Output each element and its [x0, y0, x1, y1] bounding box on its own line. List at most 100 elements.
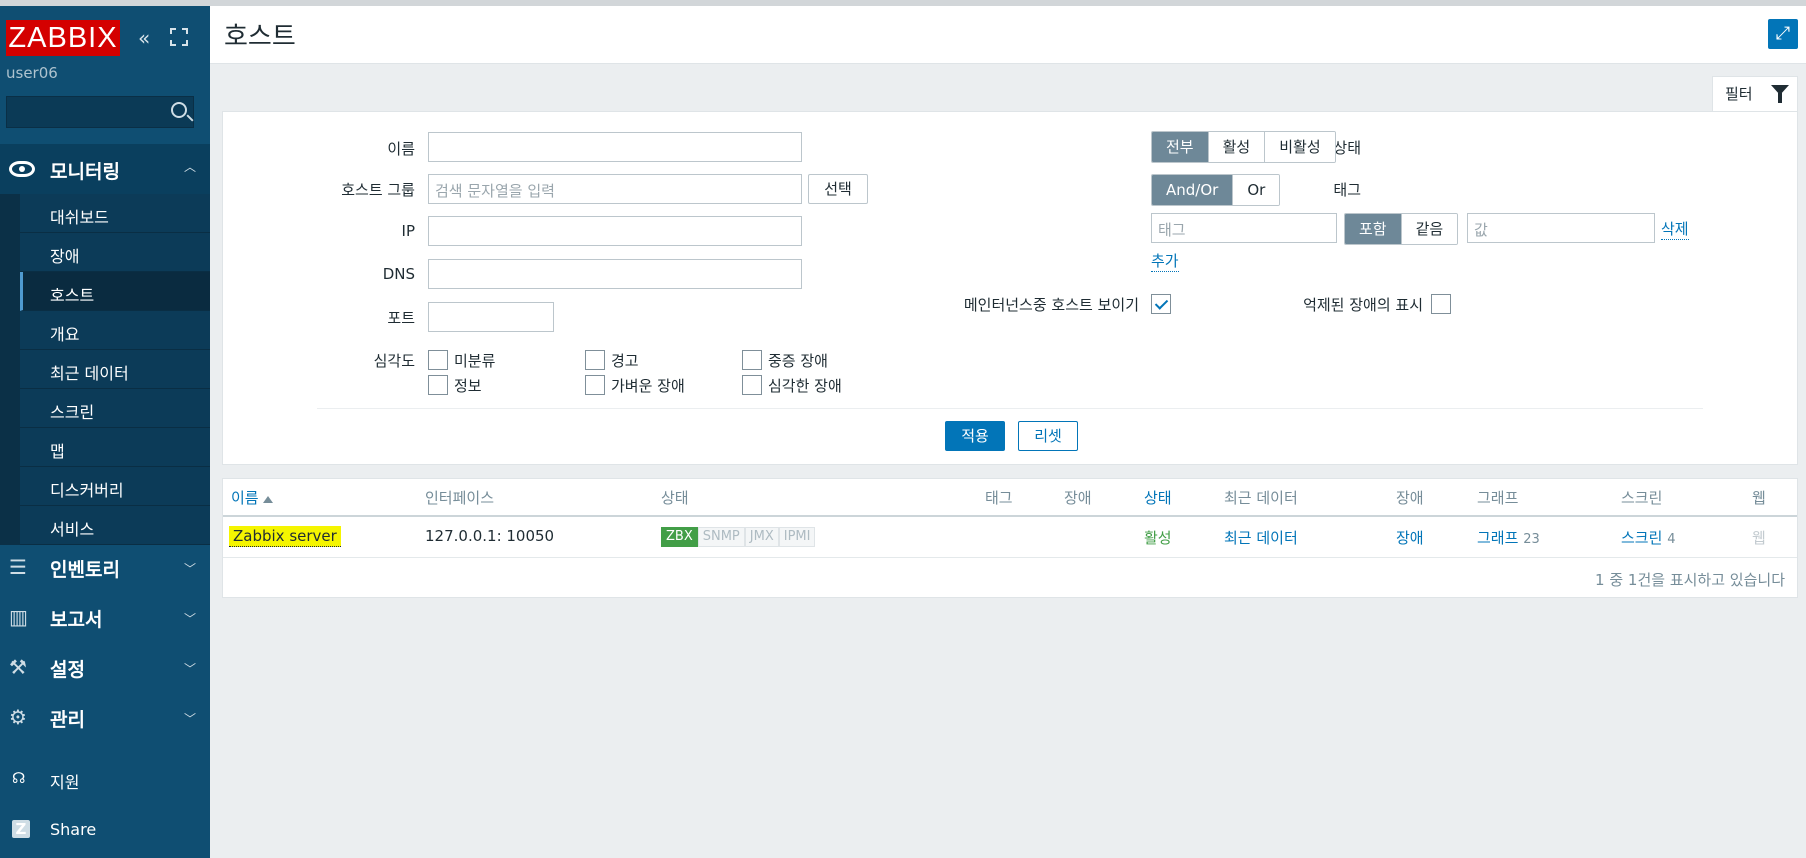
hosts-table: 이름 인터페이스 상태 태그 장애 상태 최근 데이터 장애 그래프 스크린 웹… [222, 478, 1798, 598]
sidebar-item-latest-data[interactable]: 최근 데이터 [20, 350, 210, 389]
menu-administration[interactable]: ⚙ 관리 ﹀ [0, 692, 210, 742]
sidebar-item-overview[interactable]: 개요 [20, 311, 210, 350]
collapse-sidebar-icon[interactable]: « [138, 26, 150, 50]
sidebar-item-screens[interactable]: 스크린 [20, 389, 210, 428]
sidebar-item-label: 맵 [50, 442, 65, 461]
problems-link[interactable]: 장애 [1396, 529, 1424, 547]
ip-label: IP [401, 222, 415, 240]
headset-icon: ☊ [12, 769, 26, 787]
menu-configuration-label: 설정 [50, 659, 85, 681]
column-header-label: 이름 [231, 489, 259, 507]
name-input[interactable] [428, 132, 802, 162]
status-option-all[interactable]: 전부 [1152, 132, 1209, 162]
tags-mode-control: And/Or Or [1151, 174, 1281, 206]
menu-inventory-label: 인벤토리 [50, 559, 120, 581]
host-interface: 127.0.0.1: 10050 [425, 527, 555, 545]
sidebar-item-label: 서비스 [50, 520, 95, 539]
tag-operator-control: 포함 같음 [1344, 213, 1459, 245]
menu-reports-label: 보고서 [50, 609, 103, 631]
status-segmented-control: 전부 활성 비활성 [1151, 131, 1336, 163]
screens-link[interactable]: 스크린 [1621, 529, 1662, 547]
tags-mode-or[interactable]: Or [1233, 175, 1280, 205]
sidebar-item-discovery[interactable]: 디스커버리 [20, 467, 210, 506]
ip-input[interactable] [428, 216, 802, 246]
tags-mode-and-or[interactable]: And/Or [1152, 175, 1234, 205]
severity-label-text: 미분류 [454, 352, 496, 370]
tag-add-link[interactable]: 추가 [1151, 250, 1179, 272]
sidebar-item-services[interactable]: 서비스 [20, 506, 210, 545]
zbx-badge: ZBX [661, 527, 698, 547]
hostgroup-input[interactable]: 검색 문자열을 입력 [428, 174, 802, 204]
apply-button[interactable]: 적용 [945, 421, 1005, 451]
chevron-down-icon: ﹀ [183, 662, 196, 676]
status-option-disabled[interactable]: 비활성 [1265, 132, 1335, 162]
sidebar-item-hosts[interactable]: 호스트 [20, 272, 210, 311]
sidebar-item-problems[interactable]: 장애 [20, 233, 210, 272]
severity-label: 심각도 [373, 352, 415, 370]
severity-label-text: 정보 [454, 377, 482, 395]
filter-separator [317, 408, 1703, 409]
chevron-up-icon: ︿ [183, 160, 196, 174]
menu-inventory[interactable]: ☰ 인벤토리 ﹀ [0, 542, 210, 592]
severity-disaster-checkbox[interactable] [742, 375, 762, 395]
chevron-down-icon: ﹀ [183, 712, 196, 726]
severity-information-checkbox[interactable] [428, 375, 448, 395]
sidebar-item-label: 최근 데이터 [50, 364, 129, 383]
filter-panel: 이름 호스트 그룹 검색 문자열을 입력 선택 IP DNS 포트 심각도 미분… [222, 111, 1798, 465]
tag-operator-contains[interactable]: 포함 [1345, 214, 1402, 244]
graphs-count: 23 [1523, 532, 1540, 547]
menu-share-label: Share [50, 820, 97, 839]
dns-label: DNS [382, 265, 415, 283]
column-header-name[interactable]: 이름 [231, 487, 273, 508]
list-icon: ☰ [9, 555, 27, 579]
page-header: 호스트 ⤢ [210, 6, 1806, 64]
filter-tab[interactable]: 필터 [1712, 76, 1798, 112]
host-name-link[interactable]: Zabbix server [229, 526, 341, 547]
sidebar-item-dashboard[interactable]: 대쉬보드 [20, 194, 210, 233]
severity-high-checkbox[interactable] [742, 350, 762, 370]
chevron-down-icon: ﹀ [183, 612, 196, 626]
status-option-enabled[interactable]: 활성 [1208, 132, 1266, 162]
tag-value-input[interactable]: 값 [1467, 213, 1655, 243]
menu-share[interactable]: Z Share [0, 810, 210, 850]
search-icon[interactable] [171, 102, 187, 118]
sidebar-item-maps[interactable]: 맵 [20, 428, 210, 467]
tag-name-input[interactable]: 태그 [1151, 213, 1337, 243]
menu-reports[interactable]: ▥ 보고서 ﹀ [0, 592, 210, 642]
page-title: 호스트 [224, 22, 296, 52]
hostgroup-select-button[interactable]: 선택 [808, 174, 868, 204]
suppressed-checkbox[interactable] [1431, 294, 1451, 314]
graphs-link[interactable]: 그래프 [1477, 529, 1518, 547]
latest-data-link[interactable]: 최근 데이터 [1224, 529, 1298, 547]
snmp-badge: SNMP [697, 527, 745, 547]
sort-ascending-icon [262, 496, 273, 503]
menu-configuration[interactable]: ⚒ 설정 ﹀ [0, 642, 210, 692]
jmx-badge: JMX [744, 527, 779, 547]
menu-support[interactable]: ☊ 지원 [0, 759, 210, 799]
host-status[interactable]: 활성 [1144, 527, 1172, 548]
menu-monitoring[interactable]: 모니터링 ︿ [0, 144, 210, 194]
port-input[interactable] [428, 302, 554, 332]
sidebar-item-label: 디스커버리 [50, 481, 124, 500]
filter-icon [1771, 85, 1789, 103]
severity-label-text: 가벼운 장애 [611, 377, 685, 395]
severity-not-classified-checkbox[interactable] [428, 350, 448, 370]
reset-button[interactable]: 리셋 [1018, 421, 1078, 451]
wrench-icon: ⚒ [9, 655, 27, 679]
maintenance-checkbox[interactable] [1151, 294, 1171, 314]
filter-tab-label: 필터 [1725, 85, 1753, 103]
tag-remove-link[interactable]: 삭제 [1661, 218, 1689, 240]
column-header-graphs: 그래프 [1477, 489, 1519, 507]
menu-monitoring-label: 모니터링 [50, 161, 120, 183]
column-header-latest-data: 최근 데이터 [1224, 489, 1298, 507]
fullscreen-button[interactable]: ⤢ [1768, 19, 1798, 49]
table-row-divider [223, 557, 1797, 558]
severity-warning-checkbox[interactable] [585, 350, 605, 370]
sidebar-search-input[interactable] [6, 96, 194, 128]
column-header-status[interactable]: 상태 [1144, 487, 1172, 508]
dns-input[interactable] [428, 259, 802, 289]
tag-operator-equals[interactable]: 같음 [1401, 214, 1458, 244]
zabbix-logo[interactable]: ZABBIX [6, 20, 120, 56]
severity-average-checkbox[interactable] [585, 375, 605, 395]
kiosk-mode-icon[interactable] [170, 28, 188, 46]
